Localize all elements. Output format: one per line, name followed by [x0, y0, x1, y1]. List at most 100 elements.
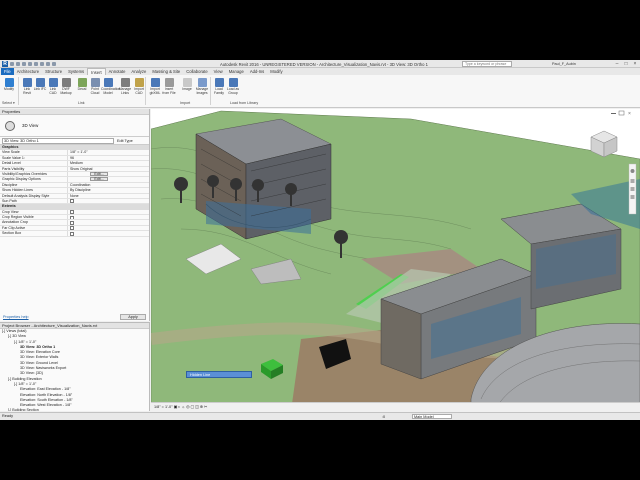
insert-from-file-button[interactable]: Insert from File — [162, 77, 176, 99]
manage-images-label: Manage Images — [195, 87, 209, 95]
measure-icon[interactable] — [40, 62, 44, 66]
tab-add-ins[interactable]: Add-Ins — [247, 68, 267, 75]
property-value[interactable] — [68, 215, 149, 220]
view-control-bar: 1/8" = 1'-0" ▣ ◐ ☼ ◎ ▢ ◫ ⊕ ✂ — [151, 402, 640, 411]
tab-structure[interactable]: Structure — [42, 68, 65, 75]
property-checkbox[interactable] — [70, 231, 74, 236]
property-value[interactable]: 96 — [68, 156, 149, 160]
window-controls: – □ × — [614, 61, 638, 67]
tab-massing-site[interactable]: Massing & Site — [149, 68, 183, 75]
property-checkbox[interactable] — [70, 226, 74, 231]
property-value[interactable] — [68, 220, 149, 225]
property-name: Annotation Crop — [0, 220, 68, 225]
load-as-group-label: Load as Group — [226, 87, 240, 95]
load-family-button[interactable]: Load Family — [212, 77, 226, 99]
load-as-group-button[interactable]: Load as Group — [226, 77, 240, 99]
point-cloud-label: Point Cloud — [90, 87, 100, 95]
section-icon[interactable] — [52, 62, 56, 66]
link-cad-label: Link CAD — [49, 87, 57, 95]
property-checkbox[interactable] — [70, 199, 74, 204]
save-icon[interactable] — [16, 62, 20, 66]
property-row: Section Box — [0, 231, 149, 237]
image-button[interactable]: Image — [180, 77, 194, 99]
redo-icon[interactable] — [28, 62, 32, 66]
edit-type-button[interactable]: Edit Type — [117, 139, 133, 143]
tab-systems[interactable]: Systems — [65, 68, 87, 75]
modify-button[interactable]: Modify — [2, 77, 16, 99]
property-value[interactable] — [68, 231, 149, 236]
properties-help-link[interactable]: Properties help — [3, 315, 29, 319]
property-value[interactable]: 1/8" = 1'-0" — [68, 150, 149, 154]
property-value[interactable]: Coordination — [68, 183, 149, 187]
tab-modify[interactable]: Modify — [267, 68, 285, 75]
type-selector[interactable]: 3D View — [0, 115, 149, 137]
minimize-icon[interactable]: – — [614, 61, 620, 67]
link-cad-button[interactable]: Link CAD — [46, 77, 60, 99]
tab-analyze[interactable]: Analyze — [128, 68, 149, 75]
default-3d-view-icon[interactable] — [46, 62, 50, 66]
import-gbxml-button[interactable]: Import gbXML — [148, 77, 162, 99]
tab-view[interactable]: View — [211, 68, 226, 75]
property-name: Crop View — [0, 209, 68, 215]
property-name: Detail Level — [0, 161, 68, 166]
tab-architecture[interactable]: Architecture — [14, 68, 42, 75]
property-value[interactable]: Edit... — [68, 171, 149, 176]
3d-viewport[interactable]: × — [151, 109, 640, 411]
maximize-icon[interactable]: □ — [623, 61, 629, 67]
apply-button[interactable]: Apply — [120, 314, 146, 320]
panel-divider — [210, 77, 211, 105]
property-value[interactable] — [68, 199, 149, 204]
edit-button[interactable]: Edit... — [90, 171, 108, 176]
link-ifc-icon — [35, 78, 45, 87]
link-revit-button[interactable]: Link Revit — [20, 77, 34, 99]
tab-file[interactable]: File — [1, 68, 14, 75]
property-value[interactable]: Show Original — [68, 167, 149, 171]
dwf-markup-button[interactable]: DWF Markup — [59, 77, 73, 99]
manage-links-button[interactable]: Manage Links — [118, 77, 132, 99]
link-ifc-button[interactable]: Link IFC — [33, 77, 47, 99]
property-value[interactable]: Edit... — [68, 177, 149, 182]
tab-insert[interactable]: Insert — [87, 68, 106, 75]
type-name: 3D View — [22, 123, 39, 128]
user-account[interactable]: Paul_F_Aubin — [552, 62, 576, 66]
modify-icon — [4, 78, 14, 87]
point-cloud-button[interactable]: Point Cloud — [88, 77, 102, 99]
property-value[interactable]: By Discipline — [68, 188, 149, 192]
view-control-icons[interactable]: ▣ ◐ ☼ ◎ ▢ ◫ ⊕ ✂ — [174, 405, 208, 409]
select-panel-label[interactable]: Select ▾ — [2, 101, 15, 105]
decal-label: Decal — [77, 87, 87, 91]
coordination-model-button[interactable]: Coordination Model — [101, 77, 120, 99]
close-icon[interactable]: × — [632, 61, 638, 67]
decal-icon — [77, 78, 87, 87]
instance-filter-dropdown[interactable]: 3D View: 3D Ortho 1 — [2, 137, 114, 144]
link-ifc-label: Link IFC — [33, 87, 47, 91]
open-icon[interactable] — [10, 62, 14, 66]
undo-icon[interactable] — [22, 62, 26, 66]
property-name: Default Analysis Display Style — [0, 193, 68, 198]
tab-manage[interactable]: Manage — [226, 68, 247, 75]
revit-window: R Autodesk Revit 2016 - UNREGISTERED VER… — [0, 60, 640, 420]
property-checkbox[interactable] — [70, 210, 74, 215]
property-checkbox[interactable] — [70, 220, 74, 225]
manage-images-button[interactable]: Manage Images — [195, 77, 209, 99]
tab-annotate[interactable]: Annotate — [106, 68, 129, 75]
import-cad-label: Import CAD — [134, 87, 144, 95]
view-scale[interactable]: 1/8" = 1'-0" — [154, 405, 173, 409]
browser-item[interactable]: [-] Building Section — [0, 408, 149, 411]
decal-button[interactable]: Decal — [75, 77, 89, 99]
property-value[interactable] — [68, 210, 149, 215]
print-icon[interactable] — [34, 62, 38, 66]
image-label: Image — [182, 87, 192, 91]
help-search-input[interactable]: Type a keyword or phrase — [462, 61, 512, 67]
tab-collaborate[interactable]: Collaborate — [183, 68, 210, 75]
3d-view-icon — [5, 121, 15, 131]
revit-logo-icon[interactable]: R — [2, 61, 8, 67]
property-checkbox[interactable] — [70, 215, 74, 220]
import-cad-button[interactable]: Import CAD — [132, 77, 146, 99]
property-value[interactable] — [68, 226, 149, 231]
active-model-dropdown[interactable]: Main Model — [412, 414, 452, 419]
edit-button[interactable]: Edit... — [90, 177, 108, 182]
property-value[interactable]: Medium — [68, 161, 149, 165]
property-value[interactable]: None — [68, 194, 149, 198]
dwf-markup-label: DWF Markup — [60, 87, 72, 95]
